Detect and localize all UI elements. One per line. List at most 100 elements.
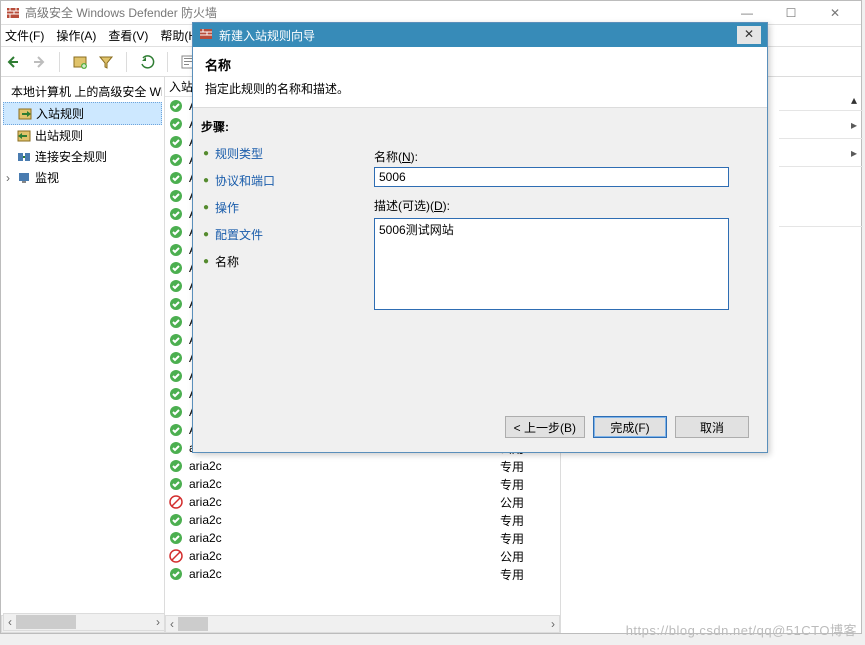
panel-action-row[interactable] xyxy=(779,166,863,226)
tree-item-label: 监视 xyxy=(35,169,59,186)
finish-button[interactable]: 完成(F) xyxy=(593,416,667,438)
chevron-right-icon: ▸ xyxy=(851,146,857,160)
tree-item-connsec[interactable]: 连接安全规则 xyxy=(3,146,162,167)
status-allowed-icon xyxy=(169,315,183,329)
dialog-titlebar[interactable]: 新建入站规则向导 ✕ xyxy=(193,23,767,47)
tree-item-label: 出站规则 xyxy=(35,127,83,144)
forward-icon[interactable] xyxy=(31,54,47,70)
maximize-button[interactable]: ☐ xyxy=(769,2,813,24)
menu-file[interactable]: 文件(F) xyxy=(5,27,44,44)
tree-root[interactable]: 本地计算机 上的高级安全 Win xyxy=(3,81,162,102)
step-label: 配置文件 xyxy=(215,226,263,243)
rule-name: aria2c xyxy=(189,495,500,509)
cancel-button[interactable]: 取消 xyxy=(675,416,749,438)
status-allowed-icon xyxy=(169,351,183,365)
rule-name: aria2c xyxy=(189,477,500,491)
panel-action-row[interactable]: ▸ xyxy=(779,110,863,138)
tree-item-label: 连接安全规则 xyxy=(35,148,107,165)
scrollbar-thumb[interactable] xyxy=(16,615,76,629)
rule-name: aria2c xyxy=(189,459,500,473)
scroll-left-icon[interactable]: ‹ xyxy=(166,616,178,632)
rule-name: aria2c xyxy=(189,513,500,527)
rule-description-input[interactable] xyxy=(374,218,729,310)
tree-root-label: 本地计算机 上的高级安全 Win xyxy=(11,83,162,100)
rule-name: aria2c xyxy=(189,531,500,545)
status-allowed-icon xyxy=(169,171,183,185)
main-title: 高级安全 Windows Defender 防火墙 xyxy=(25,4,725,21)
status-allowed-icon xyxy=(169,441,183,455)
tree-item-monitor[interactable]: › 监视 xyxy=(3,167,162,188)
rule-profile: 专用 xyxy=(500,530,560,547)
scroll-right-icon[interactable]: › xyxy=(152,614,164,630)
monitor-icon xyxy=(17,171,31,185)
new-inbound-rule-wizard: 新建入站规则向导 ✕ 名称 指定此规则的名称和描述。 步骤: ●规则类型●协议和… xyxy=(192,22,768,453)
back-button[interactable]: < 上一步(B) xyxy=(505,416,585,438)
connsec-icon xyxy=(17,150,31,164)
right-actions-panel: ▴ ▸ ▸ xyxy=(779,90,863,276)
list-header-text[interactable]: 入站 xyxy=(169,78,193,95)
filter-icon[interactable] xyxy=(98,54,114,70)
wizard-step[interactable]: ● 配置文件 xyxy=(201,224,360,251)
rule-row[interactable]: aria2c专用 xyxy=(165,457,560,475)
rule-name: aria2c xyxy=(189,567,500,581)
tree-scrollbar[interactable]: ‹ › xyxy=(3,613,165,631)
wizard-steps: 步骤: ●规则类型●协议和端口●操作●配置文件●名称 xyxy=(193,108,368,424)
panel-collapse-row[interactable]: ▴ xyxy=(779,90,863,110)
dialog-heading: 名称 xyxy=(205,55,755,74)
tree-item-inbound[interactable]: 入站规则 xyxy=(3,102,162,125)
close-button[interactable]: ✕ xyxy=(813,2,857,24)
status-allowed-icon xyxy=(169,567,183,581)
step-label: 名称 xyxy=(215,253,239,270)
status-allowed-icon xyxy=(169,117,183,131)
menu-view[interactable]: 查看(V) xyxy=(108,27,148,44)
rule-profile: 专用 xyxy=(500,512,560,529)
rule-name: aria2c xyxy=(189,549,500,563)
back-icon[interactable] xyxy=(5,54,21,70)
wizard-step[interactable]: ●操作 xyxy=(201,197,360,224)
wizard-step[interactable]: ●规则类型 xyxy=(201,143,360,170)
rule-profile: 专用 xyxy=(500,476,560,493)
rule-row[interactable]: aria2c专用 xyxy=(165,511,560,529)
scroll-right-icon[interactable]: › xyxy=(547,616,559,632)
rule-row[interactable]: aria2c公用 xyxy=(165,547,560,565)
dialog-close-button[interactable]: ✕ xyxy=(737,26,761,44)
rule-row[interactable]: aria2c公用 xyxy=(165,493,560,511)
wizard-step: ●名称 xyxy=(201,251,360,278)
status-allowed-icon xyxy=(169,459,183,473)
step-label: 操作 xyxy=(215,199,239,216)
status-allowed-icon xyxy=(169,423,183,437)
panel-action-row[interactable]: ▸ xyxy=(779,138,863,166)
rule-row[interactable]: aria2c专用 xyxy=(165,565,560,583)
list-scrollbar[interactable]: ‹ › xyxy=(165,615,560,633)
status-allowed-icon xyxy=(169,99,183,113)
rule-profile: 专用 xyxy=(500,566,560,583)
rule-row[interactable]: aria2c专用 xyxy=(165,529,560,547)
expand-icon[interactable]: › xyxy=(3,171,13,185)
minimize-button[interactable]: — xyxy=(725,2,769,24)
menu-action[interactable]: 操作(A) xyxy=(56,27,96,44)
rule-profile: 公用 xyxy=(500,494,560,511)
tree-item-outbound[interactable]: 出站规则 xyxy=(3,125,162,146)
add-rule-icon[interactable] xyxy=(72,54,88,70)
status-allowed-icon xyxy=(169,531,183,545)
bullet-icon: ● xyxy=(203,229,209,240)
scrollbar-thumb[interactable] xyxy=(178,617,208,631)
panel-action-row[interactable] xyxy=(779,226,863,276)
status-allowed-icon xyxy=(169,135,183,149)
dialog-header: 名称 指定此规则的名称和描述。 xyxy=(193,47,767,108)
wizard-form: 名称(N): 描述(可选)(D): xyxy=(368,108,767,424)
status-allowed-icon xyxy=(169,261,183,275)
wizard-step[interactable]: ●协议和端口 xyxy=(201,170,360,197)
refresh-icon[interactable] xyxy=(139,54,155,70)
wizard-icon xyxy=(199,27,213,44)
toolbar-separator xyxy=(126,52,127,72)
name-field-label: 名称(N): xyxy=(374,148,751,165)
rule-profile: 专用 xyxy=(500,458,560,475)
rule-row[interactable]: aria2c专用 xyxy=(165,475,560,493)
rule-name-input[interactable] xyxy=(374,167,729,187)
status-allowed-icon xyxy=(169,207,183,221)
status-allowed-icon xyxy=(169,477,183,491)
status-allowed-icon xyxy=(169,279,183,293)
scroll-left-icon[interactable]: ‹ xyxy=(4,614,16,630)
status-allowed-icon xyxy=(169,225,183,239)
